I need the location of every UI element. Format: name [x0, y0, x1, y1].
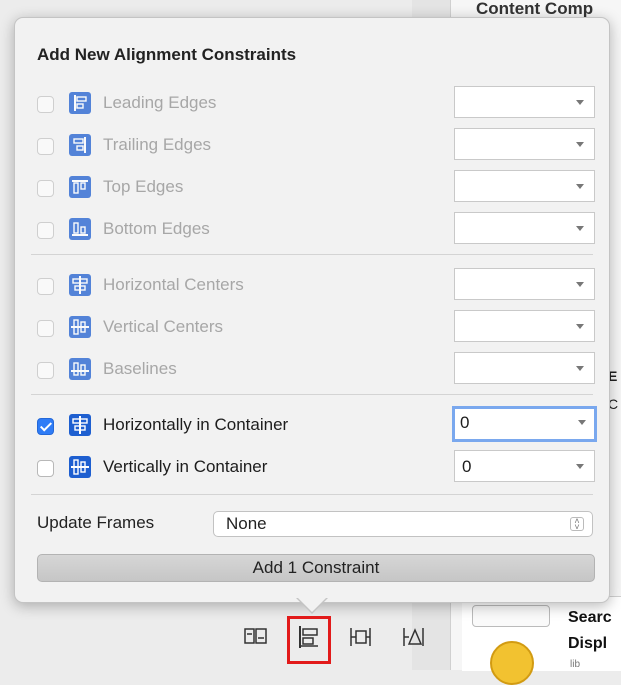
leading-edges-icon [69, 92, 91, 114]
top-edges-checkbox[interactable] [37, 180, 54, 197]
top-edges-row: Top Edges [37, 170, 597, 204]
divider [31, 254, 593, 255]
trailing-edges-checkbox[interactable] [37, 138, 54, 155]
inspector-title: Content Comp [476, 0, 594, 18]
pin-icon[interactable] [348, 624, 374, 650]
add-constraint-button[interactable]: Add 1 Constraint [37, 554, 595, 582]
trailing-edges-icon [69, 134, 91, 156]
bottom-edges-row: Bottom Edges [37, 212, 597, 246]
update-frames-label: Update Frames [37, 513, 155, 532]
leading-edges-row: Leading Edges [37, 86, 597, 120]
search-display-controller-icon[interactable] [490, 641, 534, 685]
bottom-edges-value-dropdown[interactable] [454, 212, 595, 244]
top-edges-value-dropdown[interactable] [454, 170, 595, 202]
divider [31, 494, 593, 495]
baselines-checkbox[interactable] [37, 362, 54, 379]
horizontal-centers-label: Horizontal Centers [103, 275, 244, 294]
top-edges-label: Top Edges [103, 177, 184, 196]
library-item-title: Searc [568, 609, 612, 626]
chevron-down-icon [576, 142, 584, 147]
bottom-edges-checkbox[interactable] [37, 222, 54, 239]
horizontally-in-container-label: Horizontally in Container [103, 415, 289, 434]
leading-edges-label: Leading Edges [103, 93, 217, 112]
baselines-icon [69, 358, 91, 380]
baselines-row: Baselines [37, 352, 597, 386]
trailing-edges-row: Trailing Edges [37, 128, 597, 162]
divider [31, 394, 593, 395]
chevron-down-icon [578, 420, 586, 425]
vertical-centers-value-dropdown[interactable] [454, 310, 595, 342]
chevron-down-icon [576, 100, 584, 105]
horizontally-in-container-value-dropdown[interactable]: 0 [452, 406, 597, 442]
vertically-in-container-value-dropdown[interactable]: 0 [454, 450, 595, 482]
popover-title: Add New Alignment Constraints [37, 45, 297, 64]
horizontally-in-container-checkbox[interactable] [37, 418, 54, 435]
horizontal-centers-row: Horizontal Centers [37, 268, 597, 302]
resolve-issues-icon[interactable] [401, 624, 427, 650]
horizontally-in-container-icon [69, 414, 91, 436]
library-filter-field[interactable] [472, 605, 550, 627]
top-edges-icon [69, 176, 91, 198]
trailing-edges-label: Trailing Edges [103, 135, 212, 154]
stack-icon[interactable] [243, 624, 269, 650]
library-item-subtitle: lib [570, 659, 581, 670]
horizontal-centers-checkbox[interactable] [37, 278, 54, 295]
chevron-down-icon [576, 226, 584, 231]
update-frames-select[interactable]: None ˄ ˅ [213, 511, 593, 537]
object-library: Searc Displ lib [462, 596, 621, 685]
horizontally-in-container-row: Horizontally in Container 0 [37, 406, 597, 442]
baselines-label: Baselines [103, 359, 177, 378]
vertically-in-container-label: Vertically in Container [103, 457, 268, 476]
horizontal-centers-icon [69, 274, 91, 296]
vertical-centers-label: Vertical Centers [103, 317, 223, 336]
stepper-arrows-icon: ˄ ˅ [570, 517, 584, 532]
alignment-constraints-popover: Add New Alignment Constraints Leading Ed… [14, 17, 610, 603]
chevron-down-icon [576, 282, 584, 287]
popover-arrow [296, 597, 328, 614]
chevron-down-icon [576, 464, 584, 469]
vertical-centers-checkbox[interactable] [37, 320, 54, 337]
vertically-in-container-row: Vertically in Container 0 [37, 450, 597, 484]
library-item-title: Displ [568, 635, 608, 652]
trailing-edges-value-dropdown[interactable] [454, 128, 595, 160]
leading-edges-value-dropdown[interactable] [454, 86, 595, 118]
chevron-down-icon [576, 366, 584, 371]
vertically-in-container-icon [69, 456, 91, 478]
chevron-down-icon [576, 324, 584, 329]
baselines-value-dropdown[interactable] [454, 352, 595, 384]
vertical-centers-row: Vertical Centers [37, 310, 597, 344]
chevron-down-icon [576, 184, 584, 189]
horizontal-centers-value-dropdown[interactable] [454, 268, 595, 300]
align-button-highlight [287, 616, 331, 664]
leading-edges-checkbox[interactable] [37, 96, 54, 113]
bottom-edges-label: Bottom Edges [103, 219, 210, 238]
bottom-edges-icon [69, 218, 91, 240]
vertical-centers-icon [69, 316, 91, 338]
vertically-in-container-checkbox[interactable] [37, 460, 54, 477]
